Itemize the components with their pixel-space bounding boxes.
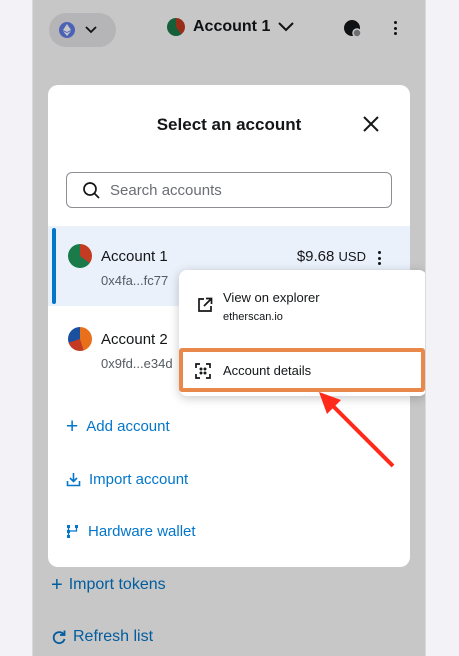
import-account-label: Import account [89,471,189,488]
search-icon [83,181,100,199]
selected-indicator [52,228,56,304]
scan-qr-icon [195,363,211,379]
balance-currency: USD [338,249,366,264]
account-options-menu: View on explorer etherscan.io Account de… [179,270,425,396]
hardware-wallet-icon [67,525,78,538]
add-account-button[interactable]: + Add account [66,414,170,438]
explorer-host: etherscan.io [223,311,283,323]
account-details-label: Account details [223,363,312,378]
modal-backdrop-top [33,0,425,62]
account-details-item[interactable]: Account details [179,348,425,392]
external-link-icon [198,297,213,312]
account-address: 0x9fd...e34d [101,356,173,371]
annotation-arrow-icon [319,392,395,468]
hardware-wallet-button[interactable]: Hardware wallet [66,523,196,540]
search-accounts-field[interactable] [66,172,392,208]
modal-title: Select an account [156,115,302,134]
account-avatar [68,327,92,351]
import-icon [66,473,81,487]
account-address: 0x4fa...fc77 [101,273,169,288]
search-input[interactable] [110,181,370,199]
import-account-button[interactable]: Import account [66,471,188,488]
hardware-wallet-label: Hardware wallet [88,523,196,540]
account-options-icon[interactable] [374,251,384,265]
account-name: Account 1 [101,248,168,265]
account-balance: $9.68 USD [297,248,366,265]
view-on-explorer-label: View on explorer [223,290,320,305]
balance-amount: $9.68 [296,248,335,265]
account-name: Account 2 [101,331,168,348]
account-avatar [68,244,92,268]
close-icon[interactable] [361,114,381,134]
plus-icon: + [66,414,79,438]
extension-window: Account 1 + Import tokens Refresh list S… [32,0,426,656]
add-account-label: Add account [86,418,170,435]
view-on-explorer-item[interactable]: View on explorer etherscan.io [179,270,425,344]
